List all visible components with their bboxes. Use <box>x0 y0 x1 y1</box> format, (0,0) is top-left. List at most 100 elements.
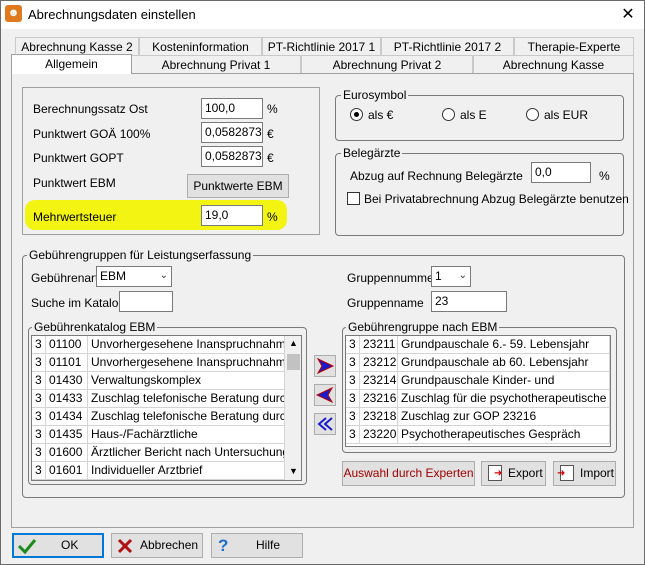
punktwert-gopt-input[interactable]: 0,0582873 <box>201 146 263 167</box>
fee-description-cell: Psychotherapeutisches Gespräch <box>398 426 610 444</box>
fee-code-cell: 23218 <box>360 408 398 426</box>
tab-kosteninformation[interactable]: Kosteninformation <box>139 37 262 55</box>
abbrechen-button[interactable]: Abbrechen <box>111 533 203 558</box>
katalog-scrollbar[interactable]: ▲ ▼ <box>285 336 301 480</box>
tab-allgemein[interactable]: Allgemein <box>11 54 132 74</box>
fee-type-cell: 3 <box>32 444 46 462</box>
fee-description-cell: Individueller Arztbrief <box>88 462 285 480</box>
scroll-down-icon[interactable]: ▼ <box>289 466 298 476</box>
fee-description-cell: Grundpauschale Kinder- und <box>398 372 610 390</box>
remove-all-button[interactable] <box>314 413 336 435</box>
export-label: Export <box>508 466 543 480</box>
scroll-up-icon[interactable]: ▲ <box>289 338 298 348</box>
add-item-button[interactable] <box>314 355 336 377</box>
tab-abrechnung-kasse-2[interactable]: Abrechnung Kasse 2 <box>15 37 139 55</box>
fee-description-cell: Unvorhergesehene Inanspruchnahme II <box>88 354 285 372</box>
mwst-input[interactable]: 19,0 <box>201 205 263 226</box>
katalog-row[interactable]: 3 01434 Zuschlag telefonische Beratung dur… <box>32 408 285 426</box>
berechnungssatz-label: Berechnungssatz Ost <box>33 102 148 116</box>
gruppe-row[interactable]: 3 23214 Grundpauschale Kinder- und <box>346 372 610 390</box>
gruppe-row[interactable]: 3 23212 Grundpauschale ab 60. Lebensjahr <box>346 354 610 372</box>
fee-code-cell: 01434 <box>46 408 88 426</box>
abzug-unit: % <box>599 169 610 183</box>
katalog-row[interactable]: 3 01600 Ärztlicher Bericht nach Untersuchu… <box>32 444 285 462</box>
close-icon[interactable]: ✕ <box>613 2 643 28</box>
fee-type-cell: 3 <box>346 426 360 444</box>
scroll-thumb[interactable] <box>287 354 300 370</box>
fee-code-cell: 01435 <box>46 426 88 444</box>
gruppe-row[interactable]: 3 23218 Zuschlag zur GOP 23216 <box>346 408 610 426</box>
gebuehrengruppen-legend: Gebührengruppen für Leistungserfassung <box>27 248 254 262</box>
gruppenname-input[interactable]: 23 <box>431 291 507 312</box>
fee-description-cell: Grundpauschale ab 60. Lebensjahr <box>398 354 610 372</box>
katalog-row[interactable]: 3 01101 Unvorhergesehene Inanspruchnahme I… <box>32 354 285 372</box>
fee-code-cell: 01433 <box>46 390 88 408</box>
belegaerzte-checkbox[interactable] <box>347 192 360 205</box>
fee-code-cell: 23216 <box>360 390 398 408</box>
gruppe-row[interactable]: 3 23211 Grundpauschale 6.- 59. Lebensjahr <box>346 336 610 354</box>
katalog-list[interactable]: 3 01100 Unvorhergesehene Inanspruchnahme I… <box>31 335 302 481</box>
export-icon: ➜ <box>488 465 502 481</box>
radio-euro-e-label: als E <box>460 108 487 122</box>
katalog-row[interactable]: 3 01433 Zuschlag telefonische Beratung dur… <box>32 390 285 408</box>
import-button[interactable]: ➜ Import <box>553 461 616 486</box>
ok-label: OK <box>61 538 79 552</box>
abbrechen-label: Abbrechen <box>140 538 199 552</box>
gruppe-row[interactable]: 3 23220 Psychotherapeutisches Gespräch <box>346 426 610 444</box>
gruppe-list[interactable]: 3 23211 Grundpauschale 6.- 59. Lebensjahr 3… <box>345 335 611 447</box>
double-arrow-left-icon <box>317 417 333 431</box>
tab-abrechnung-privat-2[interactable]: Abrechnung Privat 2 <box>301 55 473 73</box>
katalog-row[interactable]: 3 01601 Individueller Arztbrief <box>32 462 285 480</box>
punktwert-gopt-unit: € <box>267 151 274 165</box>
auswahl-experten-button[interactable]: Auswahl durch Experten <box>342 461 475 486</box>
punktwert-ebm-label: Punktwert EBM <box>33 176 116 190</box>
chevron-down-icon: ⌄ <box>458 270 467 281</box>
fee-code-cell: 01600 <box>46 444 88 462</box>
radio-euro-symbol[interactable] <box>350 108 363 121</box>
suche-label: Suche im Katalog <box>31 296 126 310</box>
radio-euro-eur[interactable] <box>526 108 539 121</box>
gruppennummer-select[interactable]: 1 ⌄ <box>431 266 471 287</box>
export-button[interactable]: ➜ Export <box>481 461 546 486</box>
radio-euro-symbol-label: als € <box>368 108 394 122</box>
fee-description-cell: Grundpauschale 6.- 59. Lebensjahr <box>398 336 610 354</box>
fee-description-cell: Haus-/Fachärztliche <box>88 426 285 444</box>
arrow-left-icon <box>315 386 334 404</box>
gebuehrenart-select[interactable]: EBM ⌄ <box>96 266 172 287</box>
fee-code-cell: 23214 <box>360 372 398 390</box>
fee-description-cell: Zuschlag telefonische Beratung durch <box>88 390 285 408</box>
radio-euro-e[interactable] <box>442 108 455 121</box>
tab-therapie-experte[interactable]: Therapie-Experte <box>514 37 634 55</box>
suche-input[interactable] <box>119 291 173 312</box>
punktwert-goa-input[interactable]: 0,0582873 <box>201 122 263 143</box>
berechnungssatz-unit: % <box>267 102 278 116</box>
ok-button[interactable]: OK <box>12 533 104 558</box>
fee-type-cell: 3 <box>32 336 46 354</box>
chevron-down-icon: ⌄ <box>159 270 168 281</box>
punktwerte-ebm-button[interactable]: Punktwerte EBM <box>187 174 289 198</box>
fee-description-cell: Zuschlag telefonische Beratung durch <box>88 408 285 426</box>
help-question-icon: ? <box>218 536 229 555</box>
berechnungssatz-input[interactable]: 100,0 <box>201 98 263 119</box>
tab-abrechnung-kasse[interactable]: Abrechnung Kasse <box>473 55 634 73</box>
fee-code-cell: 01430 <box>46 372 88 390</box>
import-icon: ➜ <box>557 465 574 481</box>
tab-abrechnung-privat-1[interactable]: Abrechnung Privat 1 <box>131 55 301 73</box>
hilfe-label: Hilfe <box>256 538 281 552</box>
tab-pt-richtlinie-1[interactable]: PT-Richtlinie 2017 1 <box>262 37 381 55</box>
punktwert-goa-unit: € <box>267 127 274 141</box>
katalog-row[interactable]: 3 01430 Verwaltungskomplex <box>32 372 285 390</box>
import-label: Import <box>580 466 615 480</box>
remove-item-button[interactable] <box>314 384 336 406</box>
gruppe-row[interactable]: 3 23216 Zuschlag für die psychotherapeutis… <box>346 390 610 408</box>
hilfe-button[interactable]: ? Hilfe <box>211 533 303 558</box>
katalog-row[interactable]: 3 01100 Unvorhergesehene Inanspruchnahme I <box>32 336 285 354</box>
fee-description-cell: Verwaltungskomplex <box>88 372 285 390</box>
tab-pt-richtlinie-2[interactable]: PT-Richtlinie 2017 2 <box>381 37 514 55</box>
fee-type-cell: 3 <box>346 354 360 372</box>
title-bar: ☻ Abrechnungsdaten einstellen ✕ <box>1 1 644 29</box>
fee-description-cell: Unvorhergesehene Inanspruchnahme I <box>88 336 285 354</box>
abzug-input[interactable]: 0,0 <box>531 162 591 183</box>
katalog-row[interactable]: 3 01435 Haus-/Fachärztliche <box>32 426 285 444</box>
eurosymbol-legend: Eurosymbol <box>341 88 409 102</box>
